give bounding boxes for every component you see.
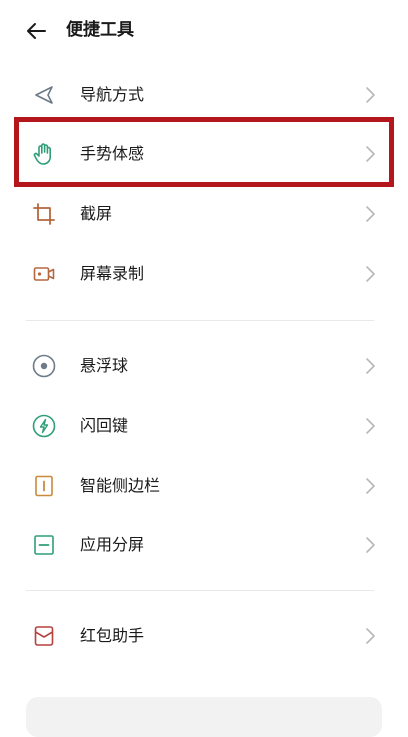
list-item-screenshot[interactable]: 截屏 — [0, 184, 408, 244]
hand-icon — [30, 140, 58, 168]
chevron-right-icon — [366, 358, 375, 374]
chevron-right-icon — [366, 146, 375, 162]
item-label: 导航方式 — [80, 85, 145, 104]
list-item-navigation-mode[interactable]: 导航方式 — [0, 65, 408, 125]
chevron-right-icon — [366, 266, 375, 282]
bottom-card — [26, 697, 382, 737]
list-item-red-packet-assistant[interactable]: 红包助手 — [0, 606, 408, 666]
list-item-smart-sidebar[interactable]: 智能侧边栏 — [0, 456, 408, 516]
arrow-left-icon — [27, 23, 46, 39]
item-label: 手势体感 — [80, 144, 145, 163]
list-item-flashback-key[interactable]: 闪回键 — [0, 396, 408, 456]
back-button[interactable] — [22, 18, 50, 44]
video-camera-icon — [30, 260, 58, 288]
list-item-screen-recording[interactable]: 屏幕录制 — [0, 244, 408, 304]
item-label: 闪回键 — [80, 416, 129, 435]
split-screen-icon — [30, 531, 58, 559]
header: 便捷工具 — [0, 0, 408, 62]
sidebar-icon — [30, 472, 58, 500]
item-label: 智能侧边栏 — [80, 476, 161, 495]
item-label: 红包助手 — [80, 626, 145, 645]
list-item-split-screen[interactable]: 应用分屏 — [0, 515, 408, 575]
crop-icon — [30, 200, 58, 228]
floating-ball-icon — [30, 352, 58, 380]
lightning-icon — [30, 412, 58, 440]
chevron-right-icon — [366, 478, 375, 494]
chevron-right-icon — [366, 87, 375, 103]
page-title: 便捷工具 — [66, 20, 134, 40]
item-label: 屏幕录制 — [80, 264, 145, 283]
section-divider — [26, 590, 374, 591]
chevron-right-icon — [366, 537, 375, 553]
section-divider — [26, 320, 374, 321]
item-label: 悬浮球 — [80, 356, 129, 375]
chevron-right-icon — [366, 206, 375, 222]
envelope-icon — [30, 622, 58, 650]
list-item-gesture-motion[interactable]: 手势体感 — [0, 124, 408, 184]
navigation-arrow-icon — [30, 81, 58, 109]
chevron-right-icon — [366, 418, 375, 434]
chevron-right-icon — [366, 628, 375, 644]
list-item-floating-ball[interactable]: 悬浮球 — [0, 336, 408, 396]
item-label: 截屏 — [80, 204, 113, 223]
item-label: 应用分屏 — [80, 535, 145, 554]
